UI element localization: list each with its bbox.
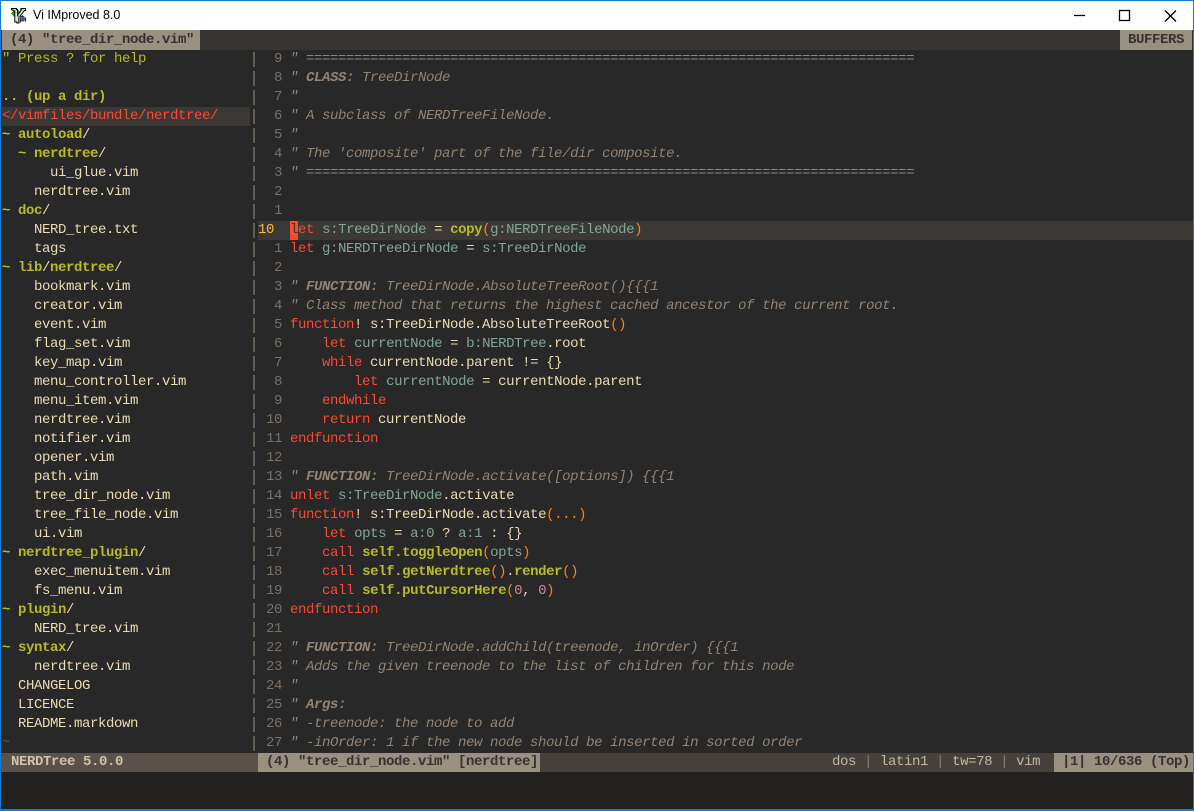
svg-text:im: im (18, 14, 27, 24)
